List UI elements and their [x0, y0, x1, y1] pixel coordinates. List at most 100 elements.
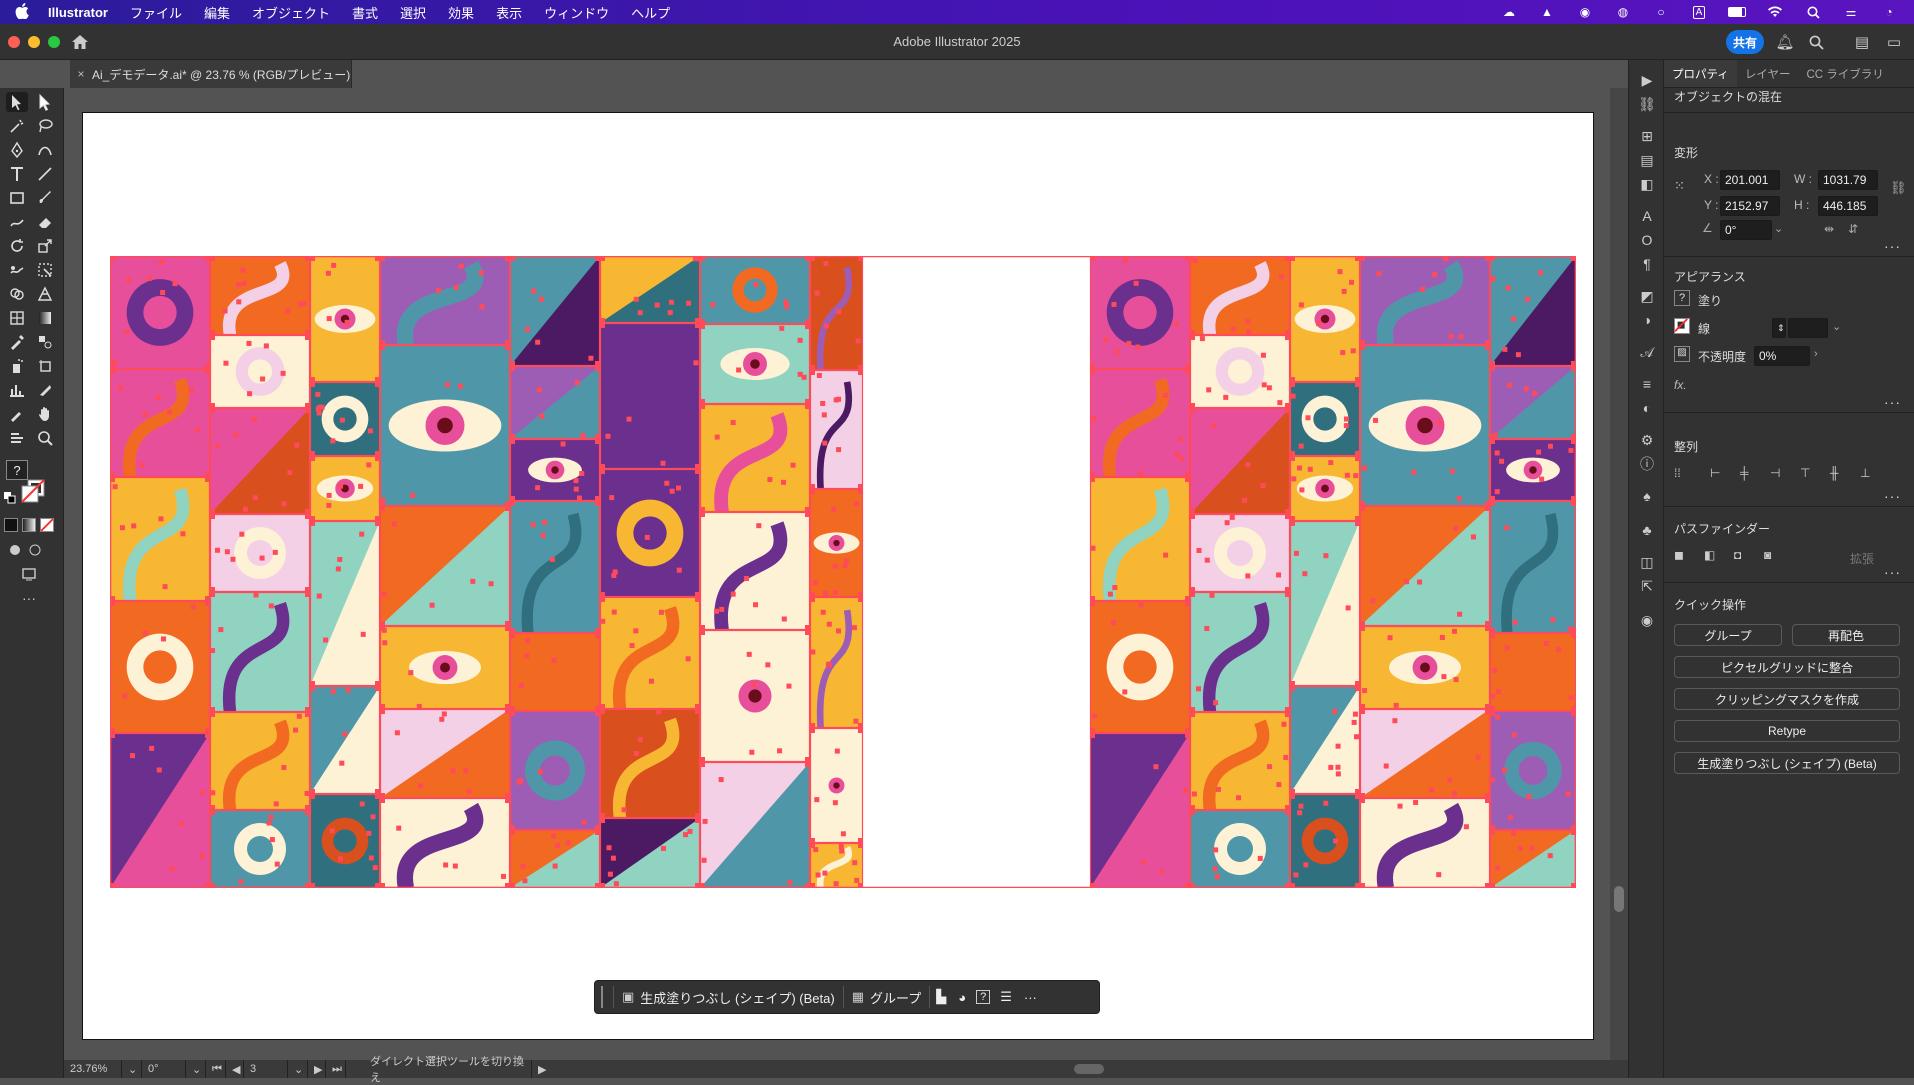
share-button[interactable]: 共有: [1726, 30, 1764, 54]
help-icon[interactable]: ?: [972, 981, 994, 1013]
symbol-sprayer-tool-icon[interactable]: [6, 356, 28, 376]
selected-artwork[interactable]: [110, 256, 1576, 888]
close-window-icon[interactable]: [8, 36, 20, 48]
fill-stroke-swatch[interactable]: [20, 478, 46, 504]
reference-point-icon[interactable]: ⁙: [1674, 178, 1694, 198]
asset-panel-icon[interactable]: ◉: [1637, 610, 1657, 630]
shape-builder-tool-icon[interactable]: [6, 284, 28, 304]
symbols-panel-icon[interactable]: ♣: [1637, 520, 1657, 540]
eyedropper-secondary-icon[interactable]: [6, 404, 28, 424]
opentype-panel-icon[interactable]: O: [1637, 230, 1657, 250]
vertical-scroll-thumb[interactable]: [1614, 886, 1624, 912]
fill-swatch-icon[interactable]: ?: [1674, 290, 1690, 306]
battery-icon[interactable]: [1728, 5, 1746, 19]
zoom-field[interactable]: 23.76%: [64, 1060, 122, 1078]
selection-tool-icon[interactable]: [6, 92, 28, 112]
links-icon[interactable]: ⛓: [1637, 94, 1657, 114]
gradient-panel-icon[interactable]: ◩: [1637, 286, 1657, 306]
menu-app-name[interactable]: Illustrator: [44, 5, 119, 20]
lasso-tool-icon[interactable]: [34, 116, 56, 136]
free-transform-tool-icon[interactable]: [34, 260, 56, 280]
color-mode-icon[interactable]: [4, 518, 18, 532]
control-center-icon[interactable]: ⚌: [1842, 5, 1860, 19]
transparency-panel-icon[interactable]: ◐: [1637, 398, 1657, 418]
circle-status-icon[interactable]: ○: [1652, 5, 1670, 19]
slice-tool-icon[interactable]: [34, 380, 56, 400]
align-icon[interactable]: ▙: [930, 981, 952, 1013]
default-colors-icon[interactable]: [4, 492, 16, 504]
line-tool-icon[interactable]: [34, 164, 56, 184]
panel-toggle-icon[interactable]: ▭: [1884, 32, 1904, 52]
stroke-dropdown-icon[interactable]: ⌄: [1832, 320, 1841, 333]
menu-window[interactable]: ウィンドウ: [533, 3, 620, 22]
y-field[interactable]: 2152.97: [1720, 196, 1780, 216]
shaper-tool-icon[interactable]: [6, 212, 28, 232]
artboards-panel-icon[interactable]: ⊞: [1637, 126, 1657, 146]
warp-tool-icon[interactable]: [6, 260, 28, 280]
glyphs-panel-icon[interactable]: 𝒜: [1637, 342, 1657, 362]
rectangle-tool-icon[interactable]: [6, 188, 28, 208]
perspective-grid-tool-icon[interactable]: [34, 284, 56, 304]
horizontal-scroll-thumb[interactable]: [1074, 1064, 1104, 1074]
draw-normal-icon[interactable]: [4, 540, 26, 560]
screen-mode-icon[interactable]: [18, 564, 40, 584]
align-panel-icon[interactable]: ▤: [1637, 150, 1657, 170]
next-artboard-icon[interactable]: ▶: [308, 1060, 326, 1078]
generative-fill-button[interactable]: ▣ 生成塗りつぶし (シェイプ) (Beta): [614, 981, 843, 1013]
recolor-button[interactable]: 再配色: [1792, 624, 1900, 646]
tab-cc-libraries[interactable]: CC ライブラリ: [1798, 60, 1891, 87]
appearance-more-icon[interactable]: ···: [1884, 394, 1901, 410]
menu-object[interactable]: オブジェクト: [241, 3, 341, 22]
generative-fill-action-button[interactable]: 生成塗りつぶし (シェイプ) (Beta): [1674, 752, 1900, 774]
mesh-tool-icon[interactable]: [6, 308, 28, 328]
unknown-fill-icon[interactable]: ?: [6, 460, 28, 480]
align-right-icon[interactable]: ⊣: [1770, 466, 1788, 484]
creative-cloud-icon[interactable]: ☁: [1500, 5, 1518, 19]
home-icon[interactable]: [70, 32, 90, 52]
first-artboard-icon[interactable]: ⏮: [206, 1060, 226, 1078]
document-tab[interactable]: × Ai_デモデータ.ai* @ 23.76 % (RGB/プレビュー): [70, 60, 352, 88]
character-panel-icon[interactable]: A: [1637, 206, 1657, 226]
layers-shortcut-icon[interactable]: [6, 428, 28, 448]
stroke-weight-field[interactable]: [1788, 318, 1828, 338]
status-menu-icon[interactable]: ▶: [532, 1060, 550, 1078]
scale-tool-icon[interactable]: [34, 236, 56, 256]
tab-layers[interactable]: レイヤー: [1737, 60, 1799, 87]
export-panel-icon[interactable]: ⇱: [1637, 576, 1657, 596]
exclude-icon[interactable]: ◙: [1764, 548, 1782, 566]
menu-effect[interactable]: 効果: [437, 3, 485, 22]
pathfinder-panel-icon[interactable]: ◧: [1637, 174, 1657, 194]
apple-icon[interactable]: [0, 2, 44, 22]
opacity-field[interactable]: 0%: [1754, 346, 1810, 366]
notifications-icon[interactable]: 🔔︎: [1775, 32, 1795, 52]
edit-toolbar-icon[interactable]: ···: [18, 588, 40, 608]
workspace-switcher-icon[interactable]: ▤: [1852, 32, 1872, 52]
h-field[interactable]: 446.185: [1818, 196, 1878, 216]
layers-panel-icon[interactable]: ◫: [1637, 552, 1657, 572]
wifi-icon[interactable]: [1766, 5, 1784, 19]
artboard-number-field[interactable]: 3: [244, 1060, 288, 1078]
close-tab-icon[interactable]: ×: [70, 67, 92, 81]
align-left-icon[interactable]: ⊢: [1710, 466, 1728, 484]
rotation-dropdown-icon[interactable]: ⌄: [186, 1060, 206, 1078]
angle-dropdown-icon[interactable]: ⌄: [1774, 222, 1783, 235]
options-menu-icon[interactable]: ☰: [994, 981, 1018, 1013]
intersect-icon[interactable]: ◘: [1734, 548, 1752, 566]
angle-field[interactable]: 0°: [1720, 220, 1772, 240]
stroke-weight-stepper[interactable]: ⇕: [1772, 318, 1786, 338]
transform-more-icon[interactable]: ···: [1884, 238, 1901, 254]
curvature-tool-icon[interactable]: [34, 140, 56, 160]
align-top-icon[interactable]: ⊤: [1800, 466, 1818, 484]
align-v-center-icon[interactable]: ╫: [1830, 466, 1848, 484]
menu-help[interactable]: ヘルプ: [620, 3, 681, 22]
constrain-proportions-icon[interactable]: ⛓: [1890, 180, 1907, 196]
search-icon[interactable]: [1806, 32, 1826, 52]
color-panel-icon[interactable]: ◑: [1637, 310, 1657, 330]
opacity-arrow-icon[interactable]: ›: [1814, 348, 1818, 360]
color-wheel-icon[interactable]: ◍: [1614, 5, 1632, 19]
gradient-mode-icon[interactable]: [22, 518, 36, 532]
settings-panel-icon[interactable]: ⚙: [1637, 430, 1657, 450]
pen-tool-icon[interactable]: [6, 140, 28, 160]
pathfinder-more-icon[interactable]: ···: [1884, 564, 1901, 580]
rotation-field[interactable]: 0°: [142, 1060, 186, 1078]
